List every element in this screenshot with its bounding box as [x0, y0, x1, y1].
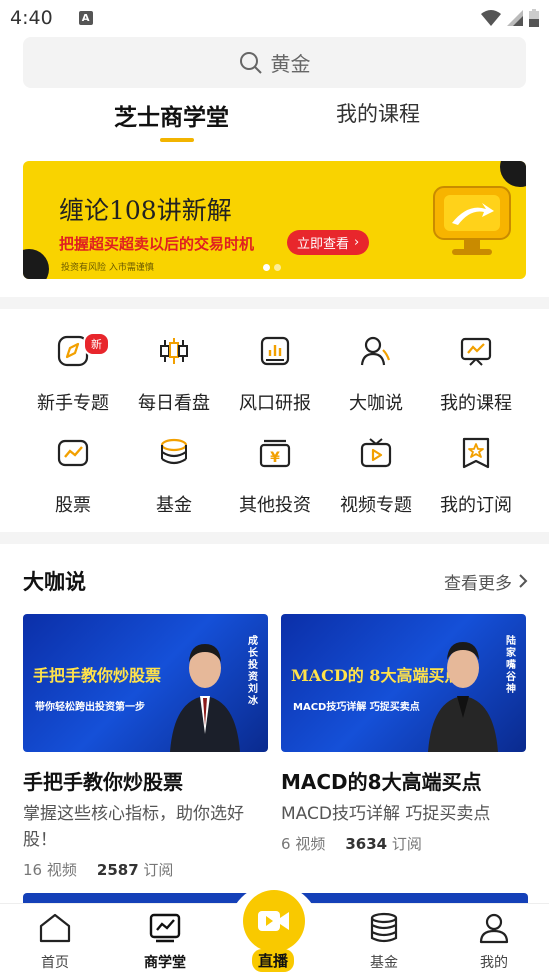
coin-stack-icon [160, 438, 188, 465]
category-label: 风口研报 [239, 393, 311, 414]
section-divider [0, 532, 549, 544]
status-icons [481, 9, 539, 27]
category-my-subscriptions[interactable]: 我的订阅 [426, 433, 526, 517]
category-experts[interactable]: 大咖说 [326, 331, 426, 415]
subscriber-count: 2587 订阅 [96, 861, 174, 879]
category-label: 其他投资 [239, 495, 311, 516]
chevron-right-icon: › [354, 235, 360, 250]
search-icon [239, 51, 262, 74]
promo-banner[interactable]: 缠论108讲新解 把握超买超卖以后的交易时机 立即查看 › 投资有风险 入市需谨… [23, 161, 526, 279]
category-beginner[interactable]: 新 新手专题 [23, 331, 123, 415]
nav-funds[interactable]: 基金 [349, 912, 419, 972]
user-icon [479, 913, 509, 944]
stock-chart-icon [57, 439, 89, 467]
signal-icon [507, 10, 523, 26]
view-more-label: 查看更多 [444, 573, 512, 594]
course-card[interactable]: 手把手教你炒股票 带你轻松跨出投资第一步 成长投资刘冰 手把手教你炒股票 掌握这… [23, 614, 268, 880]
battery-icon [529, 9, 539, 27]
banner-disclaimer: 投资有风险 入市需谨慎 [61, 263, 154, 273]
home-icon [39, 913, 71, 943]
svg-text:¥: ¥ [270, 450, 280, 466]
yen-box-icon: ¥ [259, 439, 291, 468]
thumbnail-presenter: 陆家嘴谷神 [506, 636, 516, 695]
category-label: 股票 [55, 495, 91, 516]
nav-live-label[interactable]: 直播 [252, 949, 295, 972]
category-label: 大咖说 [349, 393, 403, 414]
notification-a-icon: A [78, 11, 93, 25]
tab-my-courses[interactable]: 我的课程 [336, 98, 420, 128]
view-more-link[interactable]: 查看更多 [444, 569, 528, 594]
category-funds[interactable]: 基金 [124, 433, 224, 517]
category-label: 我的订阅 [440, 495, 512, 516]
banner-cta-label: 立即查看 [297, 237, 350, 252]
nav-label: 我的 [480, 955, 508, 971]
thumbnail-presenter: 成长投资刘冰 [248, 636, 258, 707]
video-count: 6 视频 [281, 835, 326, 853]
course-card[interactable]: MACD的 8大高端买点 MACD技巧详解 巧捉买卖点 陆家嘴谷神 MACD的8… [281, 614, 526, 854]
presenter-image [170, 644, 240, 752]
subscriber-count: 3634 订阅 [345, 835, 422, 853]
video-count: 16 视频 [23, 861, 77, 879]
nav-profile[interactable]: 我的 [459, 912, 529, 972]
status-time: 4:40 [10, 7, 53, 29]
report-chart-icon [260, 336, 290, 366]
search-placeholder: 黄金 [270, 52, 311, 76]
monitor-arrow-icon [433, 186, 511, 255]
category-my-courses[interactable]: 我的课程 [426, 331, 526, 415]
section-title: 大咖说 [23, 570, 86, 594]
video-camera-icon [258, 911, 289, 931]
banner-title: 缠论108讲新解 [59, 196, 232, 225]
nav-home[interactable]: 首页 [20, 912, 90, 972]
category-label: 我的课程 [440, 393, 512, 414]
presenter-image [428, 642, 498, 752]
top-tabs: 芝士商学堂 我的课程 [0, 98, 549, 148]
course-description: MACD技巧详解 巧捉买卖点 [281, 804, 491, 824]
category-label: 新手专题 [37, 393, 109, 414]
candlestick-icon [160, 338, 188, 364]
course-thumbnail: 手把手教你炒股票 带你轻松跨出投资第一步 成长投资刘冰 [23, 614, 268, 752]
thumbnail-title: 手把手教你炒股票 [33, 666, 162, 685]
course-stats: 6 视频 3634 订阅 [281, 833, 526, 854]
thumbnail-subtitle: MACD技巧详解 巧捉买卖点 [293, 702, 420, 713]
course-stats: 16 视频 2587 订阅 [23, 859, 268, 880]
banner-pagination [263, 264, 281, 271]
category-label: 基金 [156, 495, 192, 516]
bottom-navigation: 首页 商学堂 直播 基金 我的 [0, 884, 549, 977]
search-bar[interactable]: 黄金 [23, 37, 526, 88]
experts-section-header: 大咖说 查看更多 [23, 566, 528, 596]
banner-subtitle: 把握超买超卖以后的交易时机 [59, 235, 255, 253]
category-video-topics[interactable]: 视频专题 [326, 433, 426, 517]
presentation-board-icon [460, 337, 492, 366]
speaker-person-icon [360, 336, 391, 366]
nav-label: 首页 [41, 955, 69, 971]
course-title: MACD的8大高端买点 [281, 770, 482, 794]
course-title: 手把手教你炒股票 [23, 770, 183, 794]
category-other-investments[interactable]: ¥ 其他投资 [225, 433, 325, 517]
course-thumbnail: MACD的 8大高端买点 MACD技巧详解 巧捉买卖点 陆家嘴谷神 [281, 614, 526, 752]
tv-play-icon [360, 438, 392, 468]
banner-cta-button[interactable]: 立即查看 › [287, 230, 370, 255]
nav-label: 基金 [370, 955, 398, 971]
category-label: 每日看盘 [138, 393, 210, 414]
section-divider [0, 297, 549, 309]
nav-business-school[interactable]: 商学堂 [130, 912, 200, 972]
nav-label: 商学堂 [144, 955, 186, 971]
category-stocks[interactable]: 股票 [23, 433, 123, 517]
tab-business-school[interactable]: 芝士商学堂 [114, 98, 229, 132]
live-button[interactable] [243, 890, 305, 952]
banner-decoration [23, 249, 49, 279]
status-bar: 4:40 A [0, 0, 549, 36]
category-label: 视频专题 [340, 495, 412, 516]
tab-underline [160, 138, 194, 142]
chart-board-icon [149, 913, 181, 943]
database-icon [370, 912, 398, 943]
wifi-icon [481, 10, 501, 26]
chevron-right-icon [519, 574, 528, 588]
bookmark-star-icon [462, 437, 490, 469]
new-badge: 新 [83, 332, 110, 356]
thumbnail-subtitle: 带你轻松跨出投资第一步 [35, 702, 145, 713]
category-daily-market[interactable]: 每日看盘 [124, 331, 224, 415]
course-description: 掌握这些核心指标，助你选好股！ [23, 804, 244, 850]
category-research[interactable]: 风口研报 [225, 331, 325, 415]
